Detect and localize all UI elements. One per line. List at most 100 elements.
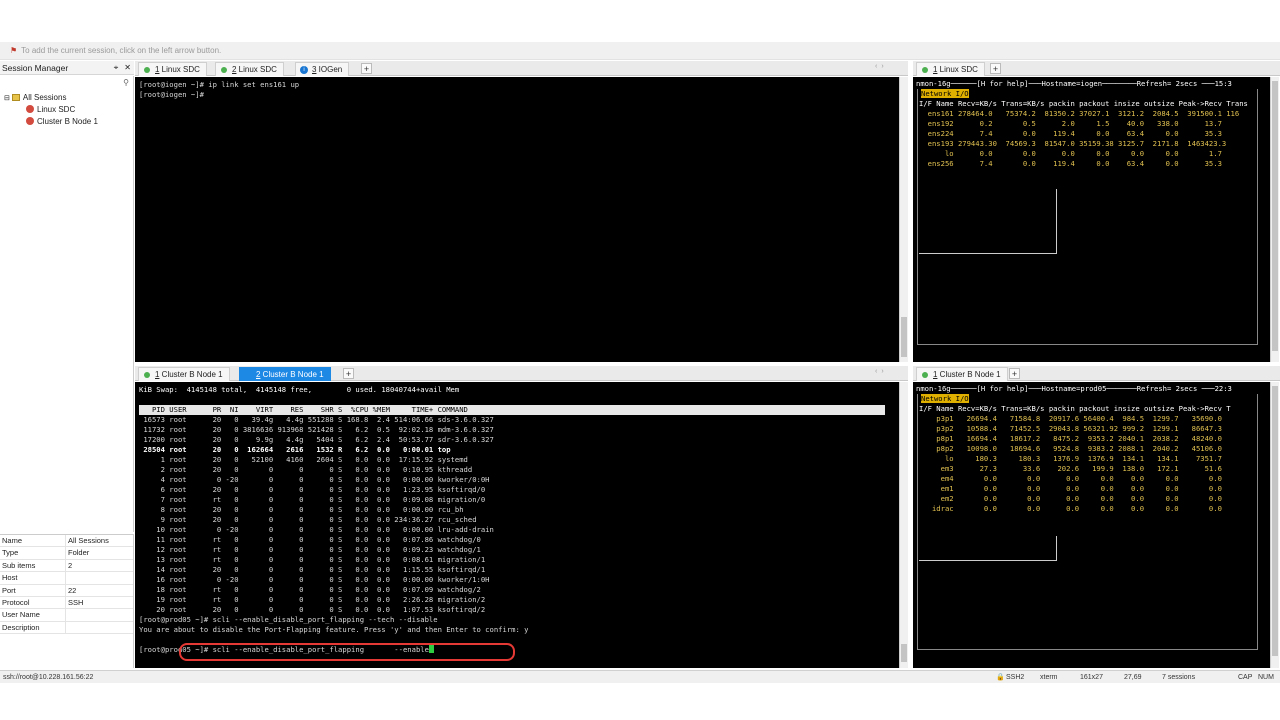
status-bar: ssh://root@10.228.161.56:22 🔒 SSH2 xterm… <box>0 670 1280 683</box>
confirm-line: You are about to disable the Port-Flappi… <box>139 625 529 634</box>
tree-item-cluster-b-node-1[interactable]: Cluster B Node 1 <box>26 116 98 127</box>
pin-panel-icon[interactable]: ⌖ <box>114 63 119 72</box>
nmon-row: ens224 7.4 0.0 119.4 0.0 63.4 0.0 35.3 <box>919 129 1222 138</box>
nmon-row: ens256 7.4 0.0 119.4 0.0 63.4 0.0 35.3 <box>919 159 1222 168</box>
terminal-iogen[interactable]: [root@iogen ~]# ip link set ens161 up [r… <box>135 77 899 362</box>
connected-icon <box>221 67 227 73</box>
graph-axis <box>919 253 1057 254</box>
graph-axis <box>1056 189 1057 253</box>
terminal-type: xterm <box>1040 674 1058 681</box>
protocol-status: SSH2 <box>1006 674 1025 681</box>
node-icon <box>26 105 34 113</box>
tree-item-linux-sdc[interactable]: Linux SDC <box>26 104 75 115</box>
property-row: Description <box>0 621 133 635</box>
nmon-tag: Network I/O <box>921 394 969 403</box>
caps-indicator: CAP <box>1238 674 1253 681</box>
tab-cluster-b-node-1-a[interactable]: 1 Cluster B Node 1 <box>138 367 230 381</box>
scrollbar-bottom-left[interactable] <box>899 382 908 668</box>
nmon-row: lo 0.0 0.0 0.0 0.0 0.0 0.0 1.7 <box>919 149 1222 158</box>
connected-icon <box>144 372 150 378</box>
nmon-header: nmon-16g──────[H for help]───Hostname=pr… <box>916 384 1232 393</box>
tabbar-bottom-right: 1 Cluster B Node 1 + <box>913 366 1280 381</box>
connection-url: ssh://root@10.228.161.56:22 <box>3 674 94 681</box>
property-row: Port 22 <box>0 584 133 597</box>
new-tab-button[interactable]: + <box>1009 368 1020 379</box>
cursor-position: 27,69 <box>1124 674 1142 681</box>
connected-icon <box>144 67 150 73</box>
property-row: Type Folder <box>0 547 133 560</box>
nmon-row: em4 0.0 0.0 0.0 0.0 0.0 0.0 0.0 <box>919 474 1222 483</box>
pin-icon: ⚑ <box>10 46 18 55</box>
terminal-output: [root@iogen ~]# ip link set ens161 up [r… <box>139 80 300 99</box>
session-count: 7 sessions <box>1162 674 1196 681</box>
num-indicator: NUM <box>1258 674 1274 681</box>
nmon-row: em1 0.0 0.0 0.0 0.0 0.0 0.0 0.0 <box>919 484 1222 493</box>
new-tab-button[interactable]: + <box>343 368 354 379</box>
graph-axis <box>1056 536 1057 560</box>
tabbar-top-left: 1 Linux SDC 2 Linux SDC i3 IOGen + ‹› <box>135 61 908 76</box>
nmon-row: em2 0.0 0.0 0.0 0.0 0.0 0.0 0.0 <box>919 494 1222 503</box>
folder-icon <box>11 94 20 101</box>
tree-item-all-sessions[interactable]: ⊟ All Sessions <box>4 92 66 104</box>
property-row: Sub items 2 <box>0 559 133 573</box>
connected-icon <box>922 67 928 73</box>
properties-panel: Name All Sessions Type Folder Sub items 2 H… <box>0 534 134 668</box>
close-panel-icon[interactable]: ✕ <box>124 63 131 72</box>
scroll-thumb[interactable] <box>901 644 907 662</box>
top-header-row: PID USER PR NI VIRT RES SHR S %CPU %MEM … <box>139 405 885 415</box>
tabbar-bottom-left: 1 Cluster B Node 1 2 Cluster B Node 1 + … <box>135 366 908 381</box>
tabbar-top-right: 1 Linux SDC + <box>913 61 1280 76</box>
highlight-annotation <box>179 643 515 661</box>
nmon-row: p8p1 16694.4 18617.2 8475.2 9353.2 2040.… <box>919 434 1222 443</box>
node-icon <box>26 117 34 125</box>
nmon-header: nmon-16g──────[H for help]───Hostname=io… <box>916 79 1232 88</box>
new-tab-button[interactable]: + <box>990 63 1001 74</box>
nmon-row: p3p2 10588.4 71452.5 29043.8 56321.92 99… <box>919 424 1222 433</box>
add-session-hint[interactable]: ⚑ To add the current session, click on th… <box>0 42 1280 60</box>
tab-cluster-b-node-1-right[interactable]: 1 Cluster B Node 1 <box>916 367 1008 381</box>
scrollbar-bottom-right[interactable] <box>1270 382 1279 668</box>
graph-axis <box>919 560 1057 561</box>
tab-scroll-arrows[interactable]: ‹› <box>875 63 888 70</box>
scroll-thumb[interactable] <box>1272 81 1278 351</box>
session-tree: ⚲ ⊟ All Sessions Linux SDC Cluster B Node… <box>0 76 134 532</box>
terminal-nmon-iogen[interactable]: nmon-16g──────[H for help]───Hostname=io… <box>913 77 1270 362</box>
nmon-row: em3 27.3 33.6 202.6 199.9 138.0 172.1 51… <box>919 464 1222 473</box>
nmon-row: ens193 279443.30 74569.3 81547.0 35159.3… <box>919 139 1227 148</box>
scroll-thumb[interactable] <box>1272 386 1278 656</box>
nmon-row: idrac 0.0 0.0 0.0 0.0 0.0 0.0 0.0 <box>919 504 1222 513</box>
app-window: ⚑ To add the current session, click on th… <box>0 0 1280 720</box>
swap-line: KiB Swap: 4145148 total, 4145148 free, 0… <box>139 385 460 394</box>
tab-linux-sdc-2[interactable]: 2 Linux SDC <box>215 62 284 76</box>
process-row-top: 28504 root 20 0 162664 2616 1532 R 6.2 0… <box>139 445 451 454</box>
tab-cluster-b-node-1-b[interactable]: 2 Cluster B Node 1 <box>239 367 331 381</box>
nmon-row: p8p2 10098.0 18694.6 9524.8 9383.2 2088.… <box>919 444 1222 453</box>
nmon-columns: I/F Name Recv=KB/s Trans=KB/s packin pac… <box>919 404 1231 413</box>
tab-scroll-arrows[interactable]: ‹› <box>875 368 888 375</box>
tab-linux-sdc-1[interactable]: 1 Linux SDC <box>138 62 207 76</box>
property-row: Host <box>0 572 133 585</box>
terminal-nmon-prod05[interactable]: nmon-16g──────[H for help]───Hostname=pr… <box>913 382 1270 668</box>
scrollbar-top-right[interactable] <box>1270 77 1279 362</box>
scroll-thumb[interactable] <box>901 317 907 357</box>
process-rows: 1 root 20 0 52100 4160 2604 S 0.0 0.0 17… <box>156 455 494 614</box>
scrollbar-top-left[interactable] <box>899 77 908 362</box>
new-tab-button[interactable]: + <box>361 63 372 74</box>
session-manager-header: Session Manager ⌖ ✕ <box>0 61 134 75</box>
session-manager-title: Session Manager <box>2 63 69 73</box>
property-row: Protocol SSH <box>0 596 133 610</box>
tab-iogen[interactable]: i3 IOGen <box>295 62 350 76</box>
terminal-size: 161x27 <box>1080 674 1103 681</box>
hint-text: To add the current session, click on the… <box>21 46 222 55</box>
nmon-columns: I/F Name Recv=KB/s Trans=KB/s packin pac… <box>919 99 1248 108</box>
nmon-row: p3p1 26694.4 71584.8 20917.6 56400.4 984… <box>919 414 1222 423</box>
process-rows: 16573 root 20 0 39.4g 4.4g 551288 S 168.… <box>143 415 494 444</box>
nmon-row: ens192 0.2 0.5 2.0 1.5 40.0 338.0 13.7 <box>919 119 1222 128</box>
lock-icon: 🔒 <box>996 674 1005 681</box>
search-icon[interactable]: ⚲ <box>123 78 129 87</box>
connected-icon <box>922 372 928 378</box>
tab-linux-sdc-right[interactable]: 1 Linux SDC <box>916 62 985 76</box>
nmon-row: ens161 278464.0 75374.2 81350.2 37027.1 … <box>919 109 1240 118</box>
nmon-row: lo 180.3 180.3 1376.9 1376.9 134.1 134.1… <box>919 454 1222 463</box>
terminal-prod05[interactable]: KiB Swap: 4145148 total, 4145148 free, 0… <box>135 382 899 668</box>
